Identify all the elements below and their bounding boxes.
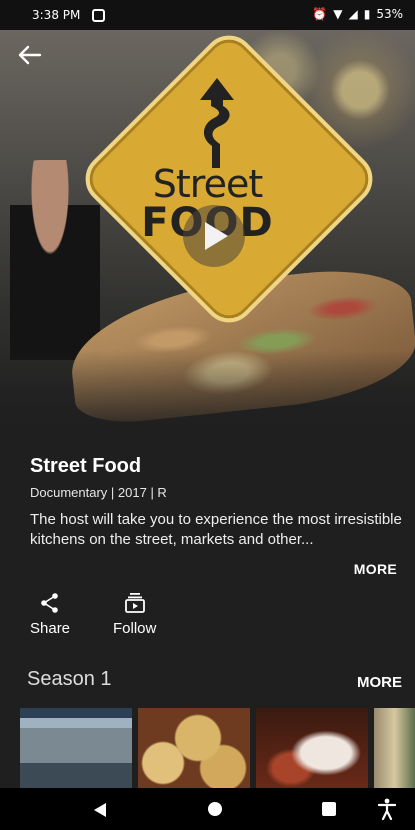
alarm-icon: ⏰ xyxy=(312,7,328,21)
nav-back-icon[interactable] xyxy=(93,802,107,818)
episode-thumbnail[interactable] xyxy=(20,708,132,790)
episode-thumbnail[interactable] xyxy=(256,708,368,790)
play-icon xyxy=(205,222,228,250)
show-description: The host will take you to experience the… xyxy=(30,511,402,548)
status-icons: ⏰ ▼ ◢ ▮ 53% xyxy=(312,7,403,21)
show-meta: Documentary | 2017 | R xyxy=(30,485,167,500)
system-nav-bar xyxy=(0,788,415,830)
follow-icon xyxy=(124,593,145,613)
share-button[interactable]: Share xyxy=(30,592,70,637)
status-bar: 3:38 PM ⏰ ▼ ◢ ▮ 53% xyxy=(0,0,415,30)
app-notification-icon xyxy=(92,8,106,22)
nav-home-icon[interactable] xyxy=(208,802,222,816)
play-button[interactable] xyxy=(183,205,245,267)
episode-carousel[interactable] xyxy=(20,708,415,790)
share-icon xyxy=(41,593,58,613)
follow-button[interactable]: Follow xyxy=(113,592,156,637)
season-title: Season 1 xyxy=(27,668,112,690)
hero-banner: Street FOOD xyxy=(0,30,415,440)
wifi-icon: ▼ xyxy=(333,7,343,21)
winding-arrow-icon xyxy=(200,78,234,168)
accessibility-icon[interactable] xyxy=(378,798,396,820)
follow-label: Follow xyxy=(113,620,157,637)
share-label: Share xyxy=(30,620,71,637)
episode-thumbnail[interactable] xyxy=(374,708,415,790)
back-arrow-icon[interactable] xyxy=(14,40,44,70)
episode-thumbnail[interactable] xyxy=(138,708,250,790)
hero-gradient xyxy=(0,350,415,440)
nav-recents-icon[interactable] xyxy=(322,802,336,816)
status-time: 3:38 PM xyxy=(32,8,81,22)
description-more-button[interactable]: MORE xyxy=(354,561,397,577)
battery-level: 53% xyxy=(376,7,403,21)
show-title: Street Food xyxy=(30,455,142,477)
season-more-button[interactable]: MORE xyxy=(357,674,402,691)
signal-icon: ◢ xyxy=(348,7,358,21)
battery-icon: ▮ xyxy=(363,7,371,21)
